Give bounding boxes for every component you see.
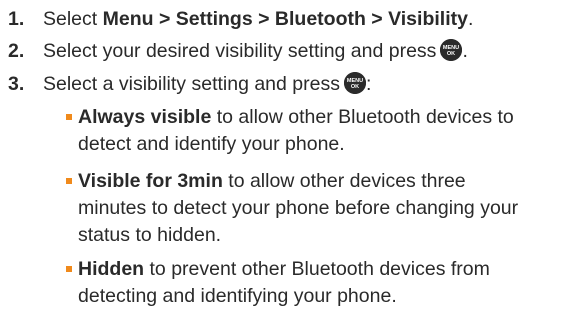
bullet-square-icon: [66, 266, 72, 272]
bullet-line: Hidden to prevent other Bluetooth device…: [78, 256, 582, 283]
menu-ok-key-icon: MENU OK: [440, 39, 463, 61]
step-suffix: .: [467, 8, 474, 30]
option-description: to allow other Bluetooth devices to: [211, 106, 514, 128]
step-suffix: .: [462, 40, 468, 62]
bullet-line: minutes to detect your phone before chan…: [78, 197, 519, 219]
step-body: Select your desired visibility setting a…: [43, 40, 437, 62]
option-description: to allow other devices three: [222, 170, 466, 192]
bullet-line: status to hidden.: [78, 224, 222, 246]
bullet-square-icon: [66, 178, 72, 184]
bullet-line: detecting and identifying your phone.: [78, 285, 397, 307]
step-body: Select a visibility setting and press: [43, 73, 340, 95]
bullet-text: Hidden to prevent other Bluetooth device…: [78, 256, 582, 310]
bullet-line: Always visible to allow other Bluetooth …: [78, 104, 582, 131]
step-prefix: Select: [43, 8, 103, 30]
bullet-text: Visible for 3min to allow other devices …: [78, 168, 582, 249]
bullet-line: detect and identify your phone.: [78, 133, 345, 155]
option-name: Always visible: [78, 106, 212, 128]
menu-key-line2: OK: [447, 51, 455, 57]
option-description: to prevent other Bluetooth devices from: [144, 258, 490, 280]
step-text: Select Menu > Settings > Bluetooth > Vis…: [43, 6, 473, 33]
option-name: Visible for 3min: [78, 170, 223, 192]
step-text: Select your desired visibility setting a…: [43, 38, 468, 65]
bullet-text: Always visible to allow other Bluetooth …: [78, 104, 582, 158]
step-number: 2.: [8, 40, 25, 62]
instruction-page: 1. Select Menu > Settings > Bluetooth > …: [0, 0, 582, 313]
option-name: Hidden: [78, 258, 145, 280]
step-suffix: :: [365, 73, 372, 95]
step-number: 3.: [8, 73, 25, 95]
menu-path: Menu > Settings > Bluetooth > Visibility: [102, 8, 468, 30]
menu-ok-key-icon: MENU OK: [343, 72, 366, 94]
bullet-line: Visible for 3min to allow other devices …: [78, 168, 582, 195]
bullet-square-icon: [66, 114, 72, 120]
step-number: 1.: [8, 8, 25, 30]
menu-key-line2: OK: [351, 84, 359, 90]
step-text: Select a visibility setting and press MEN…: [43, 71, 371, 98]
